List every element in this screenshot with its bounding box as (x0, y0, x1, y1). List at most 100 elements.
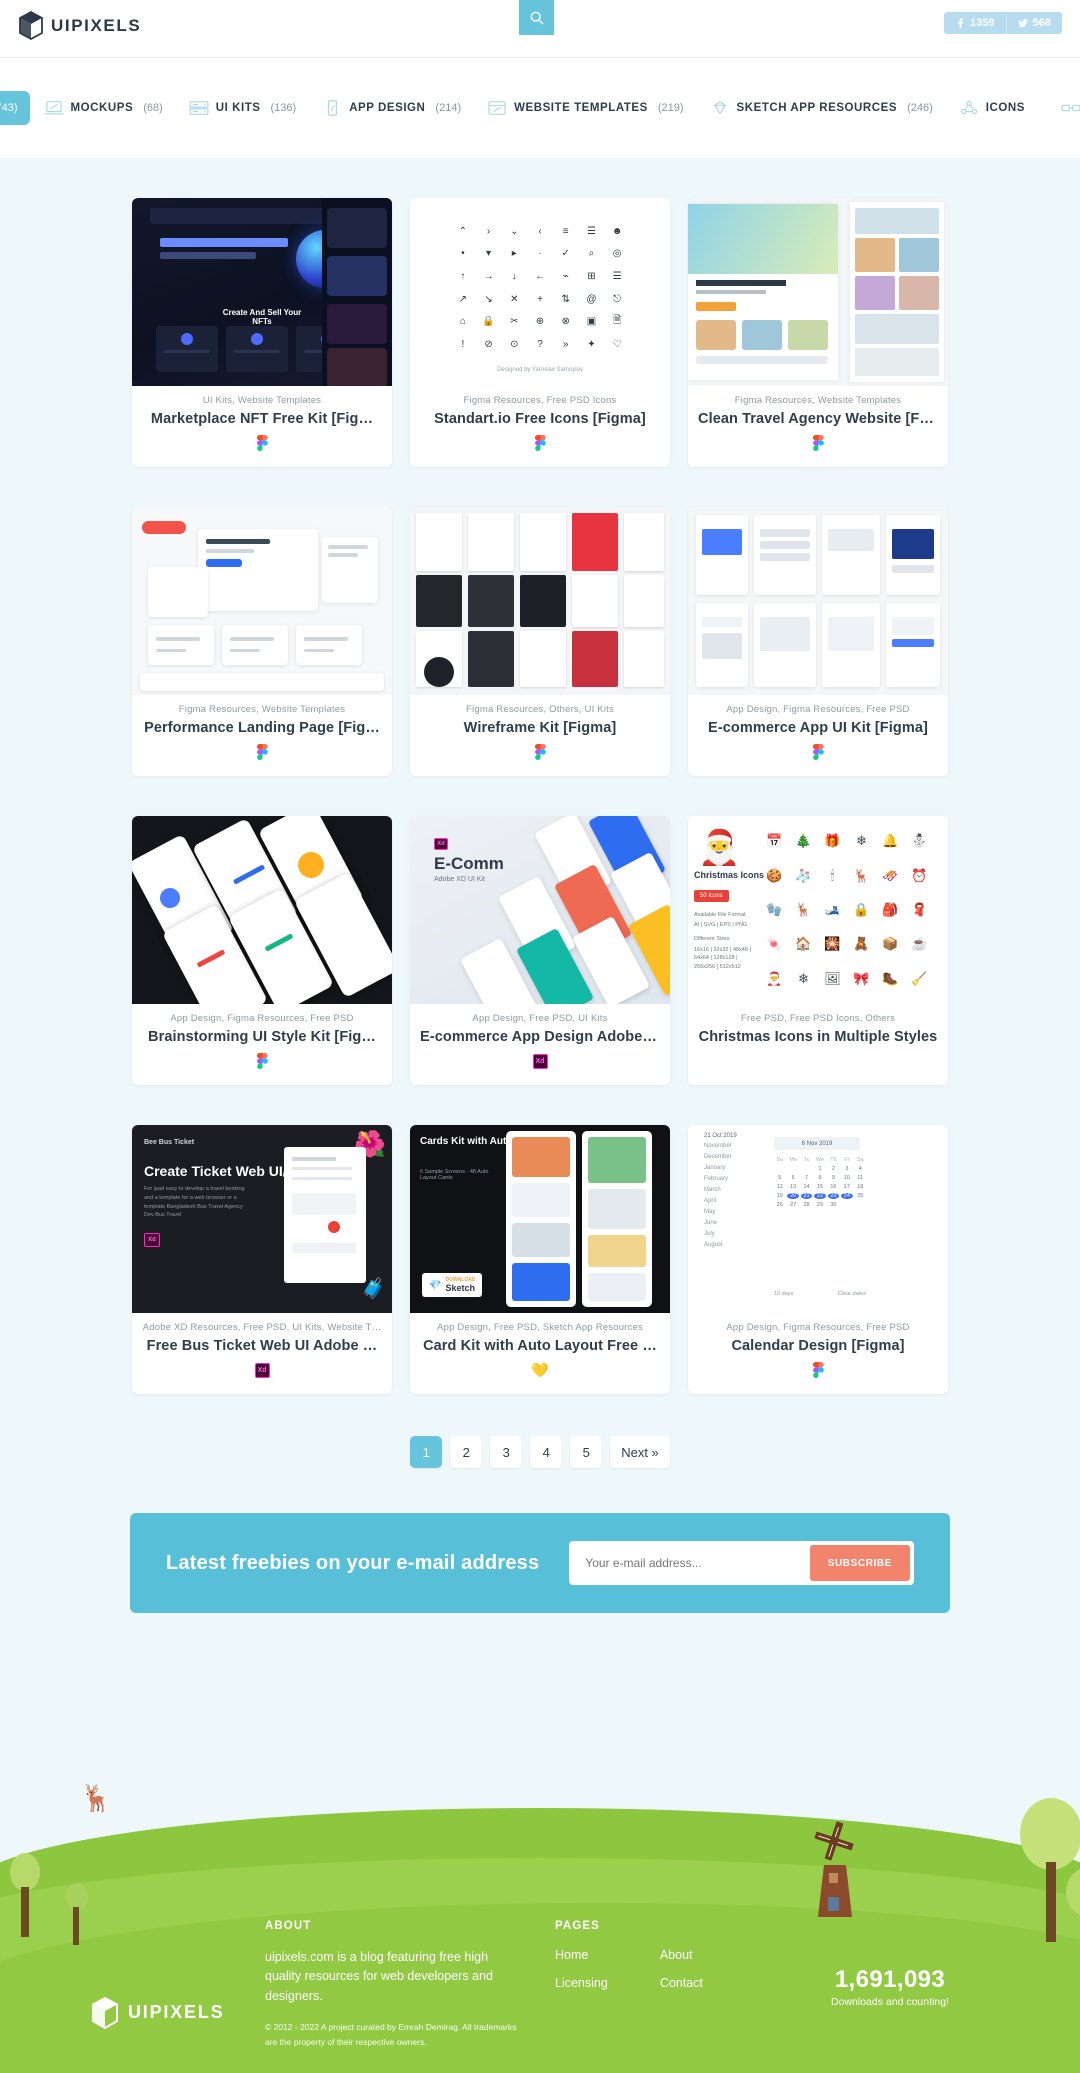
download-button-mock: 💎 DOWNLOAD Sketch (422, 1273, 483, 1297)
thumbnail-title: E-Comm (434, 854, 504, 873)
card-categories: App Design, Figma Resources, Free PSD (170, 1013, 354, 1024)
category-tab-ui-kits[interactable]: UI KITS (136) (177, 91, 308, 125)
card-format-badge (142, 435, 382, 451)
resource-card[interactable]: 🎅 Christmas Icons 50 Icons Available Fil… (688, 816, 948, 1085)
resource-card[interactable]: Create And Sell Your NFTs UI Kits, Websit… (132, 198, 392, 467)
twitter-share-button[interactable]: 568 (1005, 12, 1062, 34)
newsletter-banner: Latest freebies on your e-mail address S… (130, 1513, 950, 1613)
footer-downloads-stat: 1,691,093 Downloads and counting! (790, 1920, 990, 2073)
card-thumbnail (132, 507, 392, 695)
category-tab-icons[interactable]: ICONS (947, 91, 1047, 125)
category-label: SKETCH APP RESOURCES (736, 102, 898, 114)
footer-link-home[interactable]: Home (555, 1948, 608, 1962)
server-icon (189, 101, 209, 115)
card-thumbnail (410, 507, 670, 695)
footer-about-title: ABOUT (265, 1920, 312, 1932)
page-button-3[interactable]: 3 (490, 1436, 523, 1468)
figma-icon (256, 744, 268, 760)
christmas-icons-illustration: 🎅 Christmas Icons 50 Icons Available Fil… (688, 816, 948, 1004)
card-body: Figma Resources, Others, UI Kits Wirefra… (410, 695, 670, 776)
resource-card[interactable]: Figma Resources, Website Templates Perfo… (132, 507, 392, 776)
calendar-month-list: November December January February March Apr… (704, 1143, 732, 1248)
newsletter-form: SUBSCRIBE (569, 1541, 914, 1585)
resource-card[interactable]: 🌺 Bee Bus Ticket Create Ticket Web UI/UX… (132, 1125, 392, 1394)
card-categories: App Design, Free PSD, UI Kits (472, 1013, 608, 1024)
twitter-count: 568 (1032, 17, 1051, 29)
email-input[interactable] (573, 1556, 810, 1570)
resource-card[interactable]: Figma Resources, Others, UI Kits Wirefra… (410, 507, 670, 776)
card-format-badge: Xd (420, 1053, 660, 1069)
subscribe-button[interactable]: SUBSCRIBE (809, 1545, 910, 1581)
card-thumbnail: 21 Oct 2019 November December January Febru… (688, 1125, 948, 1313)
card-categories: Figma Resources, Website Templates (178, 704, 346, 715)
resource-card[interactable]: ⌃ › ⌄ ‹ ≡ ☰ ☻ • ▾ ▸ · ✓ ⌕ ◎ ↑ → ↓ ← ⌁ ⊞ ☰ ↗ ↘ ✕ + ⇅ @ ⎋ ⌂ 🔒 ✂ ⊕ ⊗ ▣ 🗎 … (410, 198, 670, 467)
thumbnail-title: Christmas Icons (694, 870, 765, 880)
figma-icon (534, 744, 546, 760)
calendar-day-grid: Su Mo Tu We Th Fr Sa 1234 5 6 7 8 9 10 11 12 13 14 15 16… (776, 1157, 864, 1208)
page-button-2[interactable]: 2 (450, 1436, 483, 1468)
resource-card[interactable]: App Design, Figma Resources, Free PSD Br… (132, 816, 392, 1085)
card-body: App Design, Figma Resources, Free PSD Br… (132, 1004, 392, 1085)
card-title: Free Bus Ticket Web UI Adobe … (146, 1338, 378, 1354)
icon-sheet-illustration: ⌃ › ⌄ ‹ ≡ ☰ ☻ • ▾ ▸ · ✓ ⌕ ◎ ↑ → ↓ ← ⌁ ⊞ ☰ ↗ ↘ ✕ + ⇅ @ ⎋ ⌂ 🔒 ✂ ⊕ ⊗ ▣ 🗎 … (410, 198, 670, 386)
thumbnail-badge: 50 Icons (694, 890, 729, 902)
category-count: (246) (907, 102, 933, 114)
downloads-count: 1,691,093 (834, 1966, 946, 1993)
category-count: (68) (143, 102, 163, 114)
category-tab-sketch-app-resources[interactable]: SKETCH APP RESOURCES (246) (698, 91, 945, 125)
page-button-1[interactable]: 1 (410, 1436, 443, 1468)
resource-card[interactable]: 21 Oct 2019 November December January Febru… (688, 1125, 948, 1394)
card-title: Performance Landing Page [Fig… (144, 720, 380, 736)
card-format-badge (698, 435, 938, 451)
resource-grid-section: Create And Sell Your NFTs UI Kits, Websit… (0, 158, 1080, 1613)
cube-logo-icon (92, 1996, 118, 2029)
category-label: ICONS (985, 102, 1025, 114)
resource-card[interactable]: Cards Kit with Auto Layout 6 Sample Scre… (410, 1125, 670, 1394)
page-button-4[interactable]: 4 (530, 1436, 563, 1468)
resource-card[interactable]: App Design, Figma Resources, Free PSD E-… (688, 507, 948, 776)
footer-logo[interactable]: UIPIXELS (90, 1920, 265, 2073)
downloads-label: Downloads and counting! (831, 1996, 949, 2008)
resource-card[interactable]: Figma Resources, Website Templates Clean… (688, 198, 948, 467)
resource-card[interactable]: Xd E-Comm Adobe XD UI Kit App Design, Fr… (410, 816, 670, 1085)
card-categories: App Design, Figma Resources, Free PSD (726, 704, 910, 715)
travel-site-illustration (688, 198, 948, 386)
category-tab-mockups[interactable]: MOCKUPS (68) (32, 91, 175, 125)
next-page-button[interactable]: Next » (610, 1436, 670, 1468)
calendar-range-label: 10 days (774, 1291, 794, 1297)
browser-icon (488, 101, 506, 115)
card-title: Wireframe Kit [Figma] (463, 720, 617, 736)
card-title: E-commerce App UI Kit [Figma] (708, 720, 928, 736)
site-logo[interactable]: UIPIXELS (18, 11, 141, 41)
laptop-icon (44, 101, 63, 115)
figma-icon (812, 744, 824, 760)
glasses-icon (1061, 104, 1080, 112)
page-button-5[interactable]: 5 (570, 1436, 603, 1468)
footer-about-text: uipixels.com is a blog featuring free hi… (265, 1950, 493, 2003)
category-label: UI KITS (215, 102, 261, 114)
card-thumbnail: Create And Sell Your NFTs (132, 198, 392, 386)
category-tab-all[interactable]: ALL (743) (0, 91, 30, 125)
category-tab-app-design[interactable]: APP DESIGN (214) (310, 91, 473, 125)
card-categories: Figma Resources, Free PSD Icons (463, 395, 617, 406)
facebook-share-button[interactable]: 1359 (944, 12, 1005, 34)
xd-logo-icon: Xd (144, 1233, 160, 1247)
footer-links-col-2: About Contact (660, 1948, 703, 2004)
category-tab-others[interactable]: OTHERS (1049, 91, 1080, 125)
footer-link-licensing[interactable]: Licensing (555, 1976, 608, 1990)
card-thumbnail: 🎅 Christmas Icons 50 Icons Available Fil… (688, 816, 948, 1004)
footer-link-contact[interactable]: Contact (660, 1976, 703, 1990)
card-kit-illustration: Cards Kit with Auto Layout 6 Sample Scre… (410, 1125, 670, 1313)
category-tab-website-templates[interactable]: WEBSITE TEMPLATES (219) (475, 91, 695, 125)
category-count: (743) (0, 102, 18, 114)
search-icon[interactable] (519, 0, 554, 35)
footer-link-about[interactable]: About (660, 1948, 703, 1962)
card-thumbnail: Xd E-Comm Adobe XD UI Kit (410, 816, 670, 1004)
card-thumbnail (688, 198, 948, 386)
diamond-icon (713, 101, 726, 115)
footer-pages-title: PAGES (555, 1920, 600, 1932)
facebook-count: 1359 (970, 17, 995, 29)
top-header-bar: UIPIXELS 1359 568 (0, 0, 1080, 58)
traveler-illustration-icon: 🧳 (361, 1278, 386, 1300)
card-format-badge (698, 1362, 938, 1378)
